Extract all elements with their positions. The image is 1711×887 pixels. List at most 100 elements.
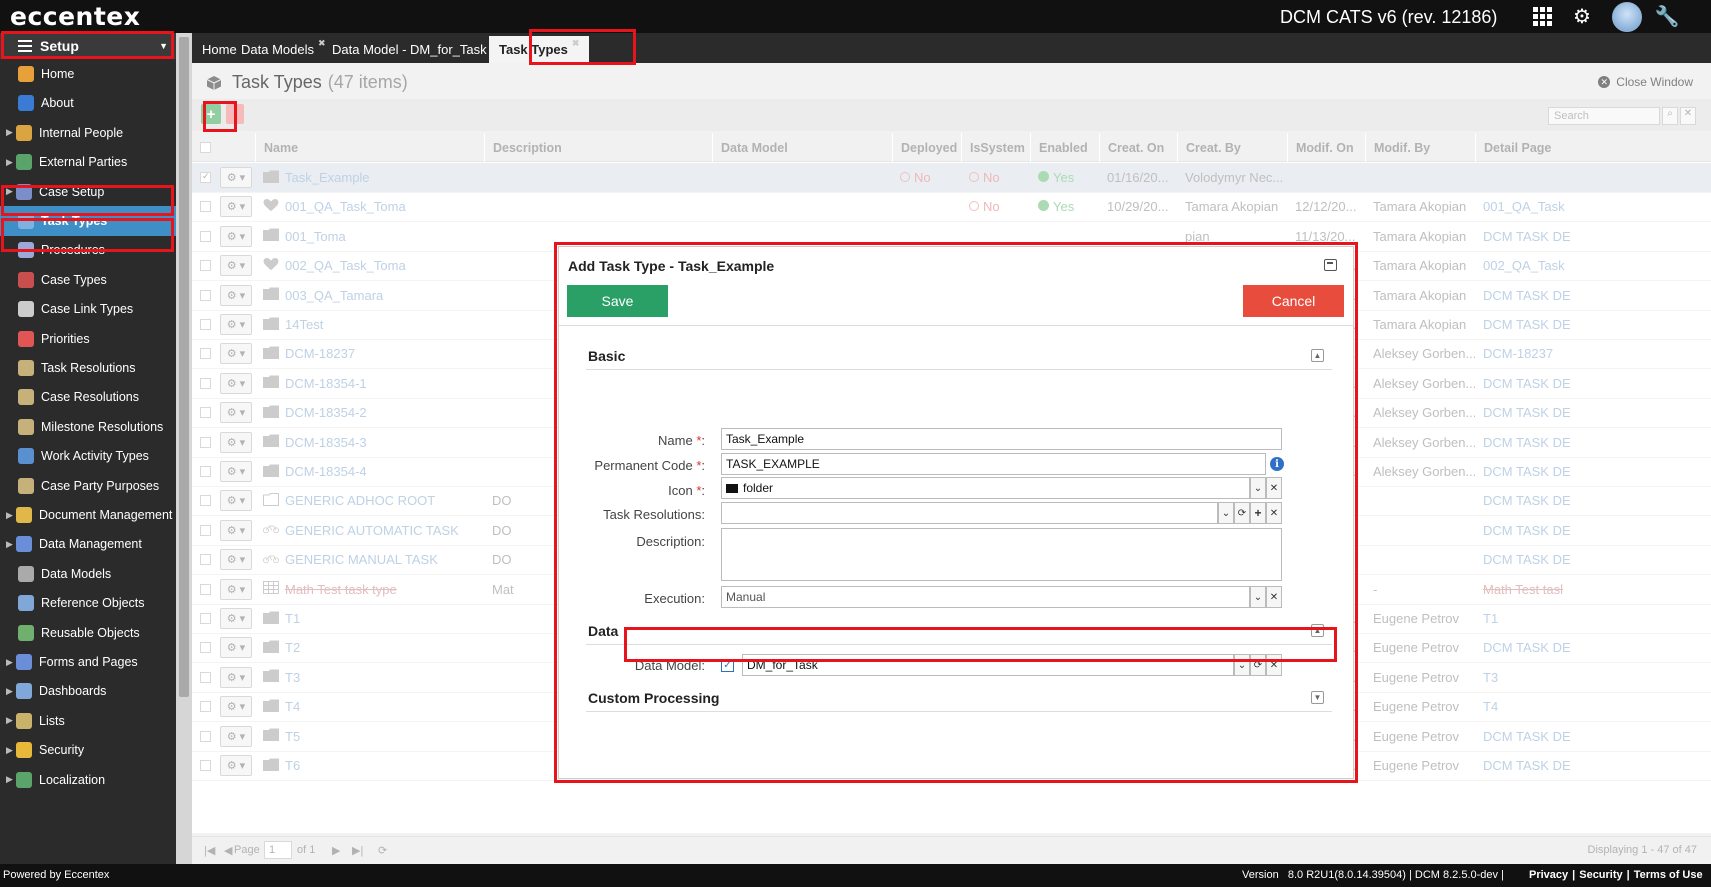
row-checkbox[interactable] — [200, 701, 211, 713]
row-actions-button[interactable]: ⚙ ▾ — [220, 431, 252, 453]
expand-arrow-icon[interactable]: ▶ — [6, 157, 16, 168]
column-header-detail-page[interactable]: Detail Page — [1475, 133, 1711, 162]
row-checkbox[interactable] — [200, 319, 211, 330]
row-actions-button[interactable]: ⚙ ▾ — [220, 637, 252, 659]
row-actions-button[interactable]: ⚙ ▾ — [220, 608, 252, 629]
search-input[interactable]: Search — [1548, 107, 1660, 125]
clear-search-icon[interactable]: ✕ — [1680, 107, 1696, 125]
expand-arrow-icon[interactable]: ▶ — [6, 745, 16, 756]
cell-detail[interactable]: DCM TASK DE — [1475, 281, 1711, 310]
close-icon[interactable]: ✖ — [572, 38, 580, 49]
sidebar-item-forms-and-pages[interactable]: ▶ Forms and Pages — [0, 647, 176, 677]
user-avatar[interactable] — [1612, 2, 1642, 32]
cell-detail[interactable]: T3 — [1475, 663, 1711, 692]
column-header-creat-on[interactable]: Creat. On — [1099, 133, 1177, 162]
sidebar-item-lists[interactable]: ▶ Lists — [0, 706, 176, 736]
row-checkbox[interactable] — [200, 407, 211, 419]
sidebar-item-security[interactable]: ▶ Security — [0, 735, 176, 765]
cell-detail[interactable]: DCM TASK DE — [1475, 398, 1711, 427]
cell-detail[interactable]: T4 — [1475, 692, 1711, 721]
expand-arrow-icon[interactable]: ▶ — [6, 186, 16, 197]
cell-detail[interactable]: Math Test tasl — [1475, 575, 1711, 604]
row-checkbox[interactable] — [200, 671, 211, 683]
cell-name[interactable]: T5 — [255, 722, 484, 751]
column-header-modif-by[interactable]: Modif. By — [1365, 133, 1475, 162]
expand-arrow-icon[interactable]: ▶ — [6, 715, 16, 726]
sidebar-item-procedures[interactable]: Procedures — [0, 235, 176, 265]
row-checkbox[interactable] — [200, 230, 211, 242]
clear-icon[interactable]: ✕ — [1266, 586, 1282, 608]
cell-name[interactable]: DCM-18354-4 — [255, 457, 484, 486]
row-checkbox[interactable] — [200, 495, 211, 507]
row-actions-button[interactable]: ⚙ ▾ — [220, 755, 252, 776]
cell-detail[interactable]: DCM TASK DE — [1475, 369, 1711, 398]
sidebar-item-reusable-objects[interactable]: Reusable Objects — [0, 618, 176, 648]
sidebar-item-task-resolutions[interactable]: Task Resolutions — [0, 353, 176, 383]
row-checkbox[interactable] — [200, 554, 211, 566]
sidebar-item-data-models[interactable]: Data Models — [0, 559, 176, 589]
sidebar-item-case-link-types[interactable]: Case Link Types — [0, 294, 176, 324]
clear-icon[interactable]: ✕ — [1266, 502, 1282, 524]
sidebar-item-external-parties[interactable]: ▶ External Parties — [0, 147, 176, 177]
row-actions-button[interactable]: ⚙ ▾ — [220, 519, 252, 541]
expand-arrow-icon[interactable]: ▶ — [6, 127, 16, 138]
row-actions-button[interactable]: ⚙ ▾ — [220, 167, 252, 188]
sidebar-item-document-management[interactable]: ▶ Document Management — [0, 500, 176, 530]
icon-select[interactable]: folder — [721, 477, 1250, 499]
cell-detail[interactable]: DCM TASK DE — [1475, 486, 1711, 515]
cell-detail[interactable]: DCM TASK DE — [1475, 722, 1711, 751]
cell-name[interactable]: DCM-18354-1 — [255, 369, 484, 398]
security-link[interactable]: Security — [1579, 869, 1622, 881]
column-header-issystem[interactable]: IsSystem — [961, 133, 1030, 162]
data-model-checkbox[interactable]: ✓ — [721, 659, 734, 672]
refresh-icon[interactable]: ⟳ — [378, 844, 387, 857]
cell-detail[interactable]: T1 — [1475, 604, 1711, 633]
collapse-icon[interactable]: ▲ — [1311, 349, 1324, 362]
cell-detail[interactable]: DCM TASK DE — [1475, 633, 1711, 662]
column-header-modif-on[interactable]: Modif. On — [1287, 133, 1365, 162]
apps-grid-icon[interactable] — [1530, 4, 1554, 28]
cell-detail[interactable]: DCM TASK DE — [1475, 310, 1711, 339]
sidebar-item-home[interactable]: Home — [0, 59, 176, 89]
terms-link[interactable]: Terms of Use — [1634, 869, 1703, 881]
sidebar-item-work-activity-types[interactable]: Work Activity Types — [0, 441, 176, 471]
sidebar-item-priorities[interactable]: Priorities — [0, 324, 176, 354]
cell-detail[interactable]: 002_QA_Task — [1475, 251, 1711, 280]
cell-detail[interactable]: DCM TASK DE — [1475, 222, 1711, 251]
tab-task-types[interactable]: Task Types ✖ — [489, 36, 590, 63]
cell-name[interactable]: DCM-18237 — [255, 339, 484, 368]
row-checkbox[interactable] — [200, 730, 211, 742]
sidebar-scrollbar[interactable] — [176, 33, 192, 864]
refresh-icon[interactable]: ⟳ — [1250, 654, 1266, 676]
collapse-icon[interactable]: ▲ — [1311, 624, 1324, 637]
column-header-description[interactable]: Description — [484, 133, 712, 162]
close-window-button[interactable]: ✕ Close Window — [1598, 75, 1693, 89]
row-checkbox[interactable] — [200, 466, 211, 477]
execution-select[interactable]: Manual — [721, 586, 1250, 608]
data-model-select[interactable]: DM_for_Task — [742, 654, 1234, 676]
row-actions-button[interactable]: ⚙ ▾ — [220, 343, 252, 365]
search-icon[interactable]: ⌕ — [1662, 107, 1678, 125]
cell-name[interactable]: T6 — [255, 751, 484, 780]
row-actions-button[interactable]: ⚙ ▾ — [220, 725, 252, 747]
next-page-button[interactable]: ▶ — [332, 844, 340, 857]
chevron-down-icon[interactable]: ⌄ — [1250, 477, 1266, 499]
sidebar-item-case-setup[interactable]: ▶ Case Setup — [0, 177, 176, 207]
cell-detail[interactable]: DCM TASK DE — [1475, 516, 1711, 545]
cell-name[interactable]: GENERIC ADHOC ROOT — [255, 486, 484, 515]
row-actions-button[interactable]: ⚙ ▾ — [220, 490, 252, 512]
chevron-down-icon[interactable]: ⌄ — [1250, 586, 1266, 608]
column-header-deployed[interactable]: Deployed — [892, 133, 961, 162]
cell-name[interactable]: T3 — [255, 663, 484, 692]
expand-arrow-icon[interactable]: ▶ — [6, 539, 16, 550]
save-button[interactable]: Save — [567, 285, 668, 317]
cell-detail[interactable] — [1475, 163, 1711, 192]
expand-arrow-icon[interactable]: ▶ — [6, 510, 16, 521]
row-actions-button[interactable]: ⚙ ▾ — [220, 255, 252, 277]
sidebar-item-data-management[interactable]: ▶ Data Management — [0, 529, 176, 559]
cell-detail[interactable]: DCM-18237 — [1475, 339, 1711, 368]
sidebar-item-about[interactable]: About — [0, 88, 176, 118]
row-actions-button[interactable]: ⚙ ▾ — [220, 196, 252, 218]
cell-name[interactable]: 003_QA_Tamara — [255, 281, 484, 310]
page-number-input[interactable]: 1 — [264, 841, 292, 859]
